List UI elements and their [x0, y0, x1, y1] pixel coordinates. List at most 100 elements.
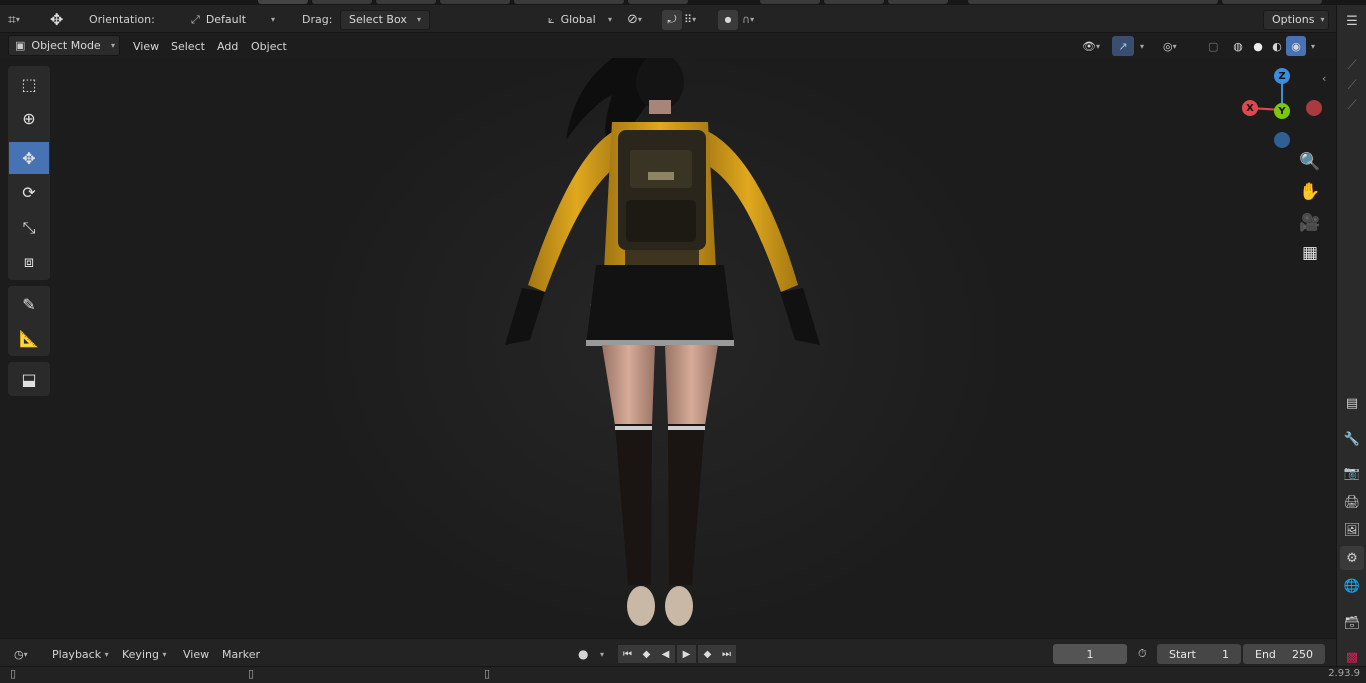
- timeline-editor-type[interactable]: ◷ ▾: [8, 644, 34, 664]
- timeline-view-menu[interactable]: View: [177, 644, 215, 664]
- scale-tool[interactable]: ⤡: [9, 212, 49, 244]
- measure-icon: 📐: [19, 328, 39, 348]
- orientation-dropdown[interactable]: ⤢ Default ▾: [183, 9, 283, 30]
- shading-solid[interactable]: ●: [1248, 36, 1268, 56]
- add-cube-tool[interactable]: ⬓: [9, 363, 49, 395]
- move-tool[interactable]: ✥: [9, 142, 49, 174]
- workspace-tab[interactable]: [312, 0, 372, 4]
- auto-keying-toggle[interactable]: ●: [572, 644, 594, 664]
- mouse-right-icon: ▯: [484, 667, 491, 680]
- view-layer-properties-icon[interactable]: 🖼: [1340, 518, 1364, 542]
- select-menu[interactable]: Select: [165, 36, 211, 56]
- world-properties-icon[interactable]: 🌐: [1340, 574, 1364, 598]
- add-menu[interactable]: Add: [211, 36, 244, 56]
- chevron-down-icon: ▾: [1311, 41, 1316, 51]
- xray-toggle[interactable]: ▢: [1202, 36, 1224, 56]
- tool-properties-icon[interactable]: 🔧: [1340, 427, 1364, 451]
- render-properties-icon[interactable]: 📷: [1340, 461, 1364, 485]
- sidebar-expand-icon[interactable]: ‹: [1322, 72, 1326, 85]
- snap-increment-icon: ⠿: [684, 13, 693, 26]
- collection-properties-icon[interactable]: 🗃: [1340, 611, 1364, 635]
- overlay-toggle[interactable]: ◎ ▾: [1157, 36, 1183, 56]
- outliner-icon[interactable]: ☰: [1340, 9, 1364, 33]
- falloff-dropdown[interactable]: ∩ ▾: [742, 9, 754, 30]
- end-frame-field[interactable]: End 250: [1243, 644, 1325, 664]
- scene-properties-icon[interactable]: ⚙: [1340, 546, 1364, 570]
- jump-end-icon: ⏭: [722, 648, 731, 660]
- scene-field[interactable]: [968, 0, 1218, 4]
- marker-menu[interactable]: Marker: [216, 644, 266, 664]
- next-keyframe-button[interactable]: ◆: [698, 645, 717, 663]
- falloff-curve-icon: ∩: [742, 13, 751, 26]
- chevron-down-icon: ▾: [162, 649, 167, 659]
- workspace-tab[interactable]: [760, 0, 820, 4]
- jump-start-button[interactable]: ⏮: [618, 645, 637, 663]
- jump-end-button[interactable]: ⏭: [717, 645, 736, 663]
- pin-icon[interactable]: ⟋: [1340, 93, 1364, 117]
- start-frame-field[interactable]: Start 1: [1157, 644, 1241, 664]
- workspace-tab[interactable]: [514, 0, 624, 4]
- playback-menu[interactable]: Playback ▾: [46, 644, 115, 664]
- camera-view-icon[interactable]: 🎥: [1298, 211, 1322, 235]
- current-frame-field[interactable]: 1: [1053, 644, 1127, 664]
- editor-type-button[interactable]: ⌗ ▾: [8, 9, 20, 30]
- view-menu[interactable]: View: [127, 36, 165, 56]
- shading-dropdown[interactable]: ▾: [1305, 36, 1321, 56]
- gizmo-z-axis[interactable]: Z: [1274, 68, 1290, 84]
- view-layer-field[interactable]: [1222, 0, 1322, 4]
- perspective-grid-icon[interactable]: ▦: [1298, 241, 1322, 265]
- transform-tool[interactable]: ⧈: [9, 246, 49, 278]
- next-keyframe-icon: ◆: [703, 648, 712, 660]
- snap-toggle[interactable]: ⤾: [662, 9, 682, 30]
- output-properties-icon[interactable]: 🖨: [1340, 490, 1364, 514]
- cursor-tool[interactable]: ⊕: [9, 102, 49, 134]
- gizmo-y-axis[interactable]: Y: [1274, 103, 1290, 119]
- object-menu[interactable]: Object: [245, 36, 293, 56]
- select-box-tool[interactable]: ⬚: [9, 68, 49, 100]
- pan-hand-icon[interactable]: ✋: [1298, 180, 1322, 204]
- gizmo-neg-x-axis[interactable]: [1306, 100, 1322, 116]
- play-reverse-button[interactable]: ◀: [656, 645, 675, 663]
- play-button[interactable]: ▶: [677, 645, 696, 663]
- shading-wireframe[interactable]: ◍: [1228, 36, 1248, 56]
- 3d-viewport[interactable]: [0, 58, 1336, 638]
- keying-set-dropdown[interactable]: ▾: [594, 644, 610, 664]
- character-model: [300, 58, 1020, 638]
- visibility-dropdown[interactable]: 👁 ▾: [1076, 36, 1106, 56]
- move-icon: ✥: [50, 10, 64, 29]
- gizmo-dropdown[interactable]: ▾: [1134, 36, 1150, 56]
- drag-dropdown[interactable]: Select Box ▾: [340, 9, 430, 30]
- gizmo-icon: ↗: [1118, 39, 1128, 53]
- pivot-dropdown[interactable]: ⊘ ▾: [627, 9, 642, 30]
- workspace-tab[interactable]: [440, 0, 510, 4]
- playback-label: Playback: [52, 647, 102, 661]
- workspace-tab[interactable]: [258, 0, 308, 4]
- gizmo-toggle[interactable]: ↗: [1112, 36, 1134, 56]
- gizmo-x-axis[interactable]: X: [1242, 100, 1258, 116]
- prev-keyframe-button[interactable]: ◆: [637, 645, 656, 663]
- transform-orientation-dropdown[interactable]: ⟀ Global ▾: [540, 9, 620, 30]
- workspace-tab[interactable]: [376, 0, 436, 4]
- object-mode-dropdown[interactable]: ▣ Object Mode ▾: [8, 35, 120, 56]
- snap-target-dropdown[interactable]: ⠿ ▾: [684, 9, 696, 30]
- rotate-tool[interactable]: ⟳: [9, 176, 49, 208]
- chevron-down-icon: ▾: [104, 649, 109, 659]
- keying-menu[interactable]: Keying ▾: [116, 644, 172, 664]
- shading-rendered[interactable]: ◉: [1286, 36, 1306, 56]
- active-tool-icon-button[interactable]: ✥: [50, 9, 63, 30]
- proportional-edit-toggle[interactable]: ●: [718, 9, 738, 30]
- measure-tool[interactable]: 📐: [9, 322, 49, 354]
- rendered-sphere-icon: ◉: [1291, 39, 1301, 53]
- shading-material[interactable]: ◐: [1267, 36, 1287, 56]
- properties-editor-icon[interactable]: ▤: [1340, 391, 1364, 415]
- workspace-tab[interactable]: [628, 0, 688, 4]
- options-dropdown[interactable]: Options ▾: [1263, 9, 1329, 30]
- workspace-tab[interactable]: [888, 0, 948, 4]
- zoom-icon[interactable]: 🔍: [1298, 150, 1322, 174]
- annotate-tool[interactable]: ✎: [9, 288, 49, 320]
- gizmo-neg-z-axis[interactable]: [1274, 132, 1290, 148]
- workspace-tab[interactable]: [824, 0, 884, 4]
- material-sphere-icon: ◐: [1272, 39, 1282, 53]
- chevron-down-icon: ▾: [607, 15, 612, 24]
- preview-range-toggle[interactable]: ⏱: [1132, 644, 1153, 664]
